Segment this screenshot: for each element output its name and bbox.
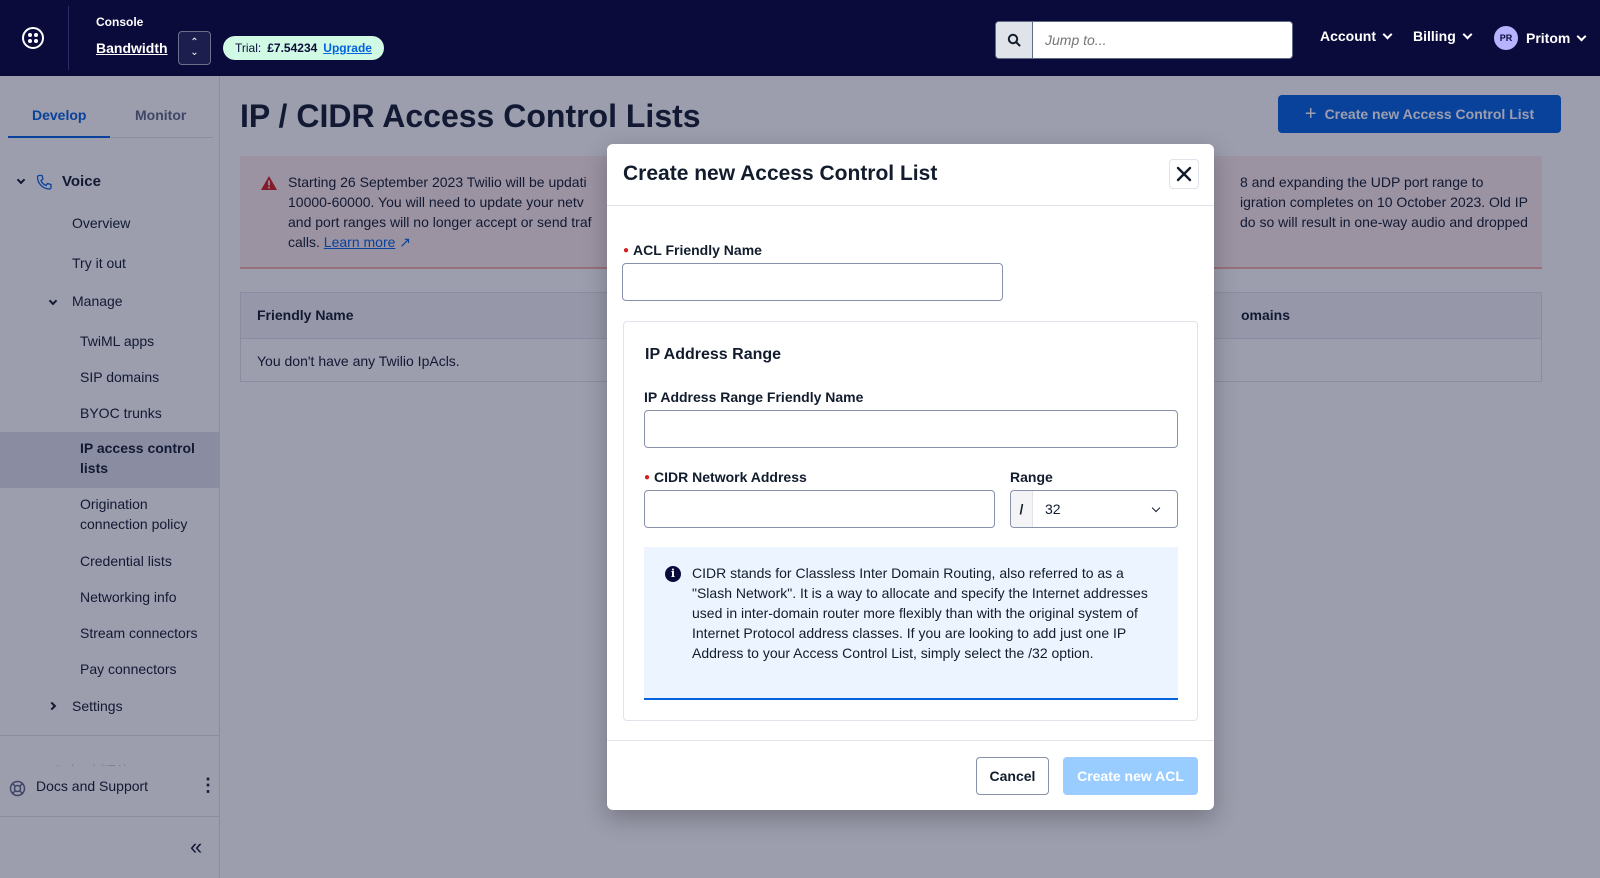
modal-header: Create new Access Control List	[607, 144, 1214, 206]
billing-menu[interactable]: Billing	[1413, 28, 1473, 44]
cancel-button[interactable]: Cancel	[976, 757, 1049, 795]
trial-balance: £7.54234	[267, 41, 318, 55]
console-label: Console	[96, 15, 144, 29]
topbar-divider	[68, 6, 69, 70]
required-indicator: ●	[623, 245, 630, 256]
cidr-network-address-input[interactable]	[644, 490, 995, 528]
trial-balance-badge: Trial: £7.54234 Upgrade	[223, 36, 384, 60]
chevron-down-icon	[1462, 29, 1473, 39]
account-menu-label: Account	[1320, 28, 1376, 44]
billing-menu-label: Billing	[1413, 28, 1456, 44]
acl-name-label: ● ACL Friendly Name	[623, 242, 762, 258]
close-icon	[1176, 166, 1192, 182]
account-switcher-button[interactable]: ⌃ ⌄	[178, 31, 211, 65]
upgrade-link[interactable]: Upgrade	[323, 41, 372, 55]
search-button[interactable]	[996, 22, 1033, 58]
user-name: Pritom	[1526, 30, 1571, 46]
create-acl-submit-button[interactable]: Create new ACL	[1063, 757, 1198, 795]
range-select[interactable]: / 32	[1010, 490, 1178, 528]
info-icon: i	[665, 566, 681, 582]
twilio-logo-icon[interactable]	[22, 27, 44, 49]
modal-footer: Cancel Create new ACL	[607, 740, 1214, 810]
chevron-down-icon	[1382, 29, 1393, 39]
acl-friendly-name-input[interactable]	[622, 263, 1003, 301]
acl-name-label-text: ACL Friendly Name	[633, 242, 762, 258]
create-acl-modal: Create new Access Control List ● ACL Frie…	[607, 144, 1214, 810]
modal-title: Create new Access Control List	[623, 162, 938, 185]
cidr-address-label-text: CIDR Network Address	[654, 469, 807, 485]
range-friendly-name-input[interactable]	[644, 410, 1178, 448]
chevron-down-icon: ⌄	[190, 47, 199, 58]
range-friendly-name-label: IP Address Range Friendly Name	[644, 389, 864, 405]
account-name-link[interactable]: Bandwidth	[96, 40, 168, 56]
avatar: PR	[1494, 26, 1518, 50]
chevron-down-icon	[1151, 503, 1161, 512]
top-navigation-bar: Console Bandwidth ⌃ ⌄ Trial: £7.54234 Up…	[0, 0, 1600, 76]
user-menu[interactable]: PR Pritom	[1494, 26, 1587, 50]
cidr-info-text: CIDR stands for Classless Inter Domain R…	[692, 565, 1148, 661]
jump-to-search	[995, 21, 1293, 59]
cidr-address-label: ● CIDR Network Address	[644, 469, 807, 485]
account-menu[interactable]: Account	[1320, 28, 1393, 44]
chevron-down-icon	[1576, 31, 1587, 41]
close-button[interactable]	[1169, 159, 1199, 189]
ip-address-range-card: IP Address Range IP Address Range Friend…	[623, 321, 1198, 721]
search-icon	[1007, 33, 1021, 47]
range-label: Range	[1010, 469, 1053, 485]
range-prefix: /	[1011, 491, 1033, 527]
trial-label: Trial:	[235, 41, 262, 55]
range-selected-value: 32	[1045, 501, 1061, 517]
cidr-info-box: i CIDR stands for Classless Inter Domain…	[644, 547, 1178, 700]
required-indicator: ●	[644, 472, 651, 483]
search-input[interactable]	[1033, 22, 1292, 58]
ip-address-range-title: IP Address Range	[645, 346, 782, 363]
